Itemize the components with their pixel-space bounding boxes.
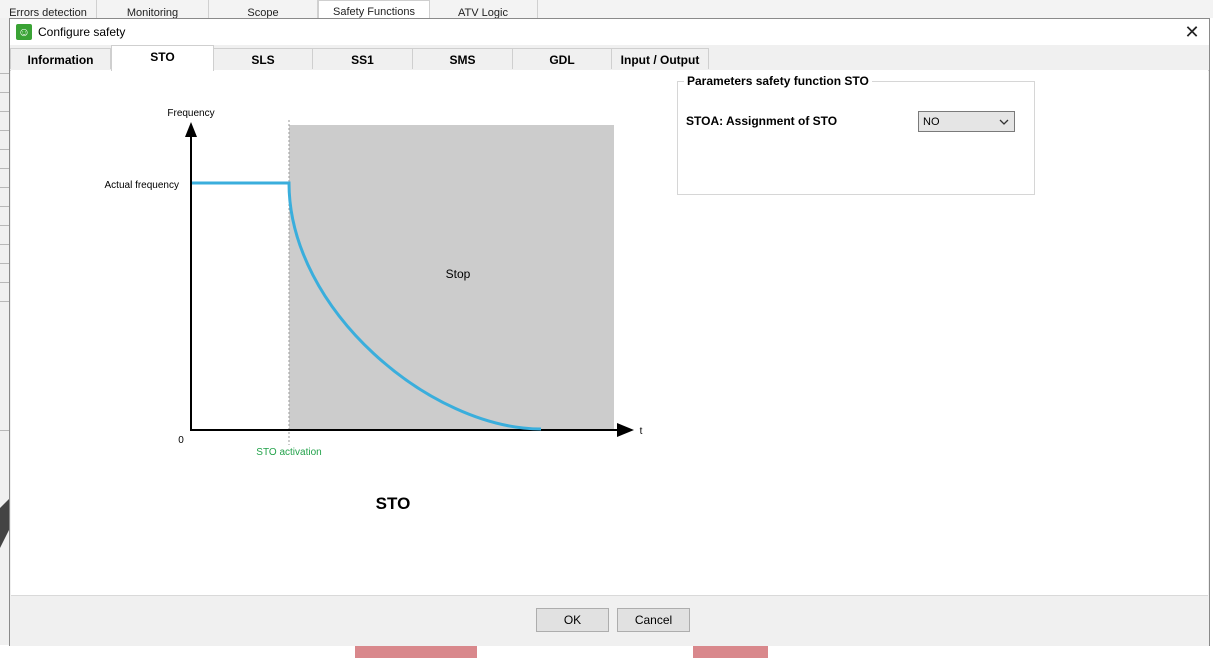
tab-sms[interactable]: SMS: [412, 48, 513, 69]
background-tab-strip: Errors detection Monitoring Scope Safety…: [0, 0, 1213, 19]
background-tab-scope[interactable]: Scope: [209, 0, 318, 18]
close-icon[interactable]: ✕: [1175, 19, 1209, 45]
chevron-down-icon: [998, 113, 1010, 134]
background-tab-errors-detection[interactable]: Errors detection: [0, 0, 97, 18]
diagram-caption: STO: [376, 494, 411, 513]
background-bottom-strip: [0, 645, 1213, 658]
background-tab-atv-logic[interactable]: ATV Logic: [429, 0, 538, 18]
configure-safety-dialog: ☺ Configure safety ✕ Information STO SLS…: [9, 18, 1210, 646]
y-axis-arrow: [185, 122, 197, 137]
background-pink-block: [355, 645, 477, 658]
tab-sto[interactable]: STO: [111, 45, 214, 71]
safety-config-icon: ☺: [16, 24, 32, 40]
dialog-title: Configure safety: [38, 25, 126, 39]
parameters-group: Parameters safety function STO STOA: Ass…: [677, 74, 1035, 195]
parameters-group-title: Parameters safety function STO: [684, 74, 872, 88]
dialog-tab-bar: Information STO SLS SS1 SMS GDL Input / …: [10, 45, 1209, 71]
origin-label: 0: [178, 435, 184, 446]
stoa-label: STOA: Assignment of STO: [686, 114, 838, 128]
stoa-select-value: NO: [923, 116, 940, 128]
x-axis-arrow: [617, 423, 634, 437]
x-axis-label: t: [640, 426, 643, 437]
background-pink-block: [693, 645, 768, 658]
tab-gdl[interactable]: GDL: [512, 48, 612, 69]
y-axis-label: Frequency: [167, 108, 214, 119]
cancel-button[interactable]: Cancel: [617, 608, 690, 632]
sto-diagram: Frequency Actual frequency 0 t STO activ…: [105, 108, 643, 513]
dialog-footer: OK Cancel: [10, 596, 1209, 646]
sto-activation-label: STO activation: [256, 447, 321, 458]
sto-tab-content: Frequency Actual frequency 0 t STO activ…: [11, 70, 1208, 596]
background-tab-safety-functions[interactable]: Safety Functions: [318, 0, 430, 19]
tab-information[interactable]: Information: [10, 48, 111, 69]
actual-frequency-label: Actual frequency: [105, 180, 180, 191]
tab-ss1[interactable]: SS1: [312, 48, 413, 69]
tab-input-output[interactable]: Input / Output: [611, 48, 709, 69]
ok-button[interactable]: OK: [536, 608, 609, 632]
background-tab-monitoring[interactable]: Monitoring: [97, 0, 209, 18]
stop-label: Stop: [446, 267, 471, 281]
stoa-select[interactable]: NO: [918, 111, 1015, 132]
tab-sls[interactable]: SLS: [213, 48, 313, 69]
dialog-titlebar: ☺ Configure safety ✕: [10, 19, 1209, 45]
